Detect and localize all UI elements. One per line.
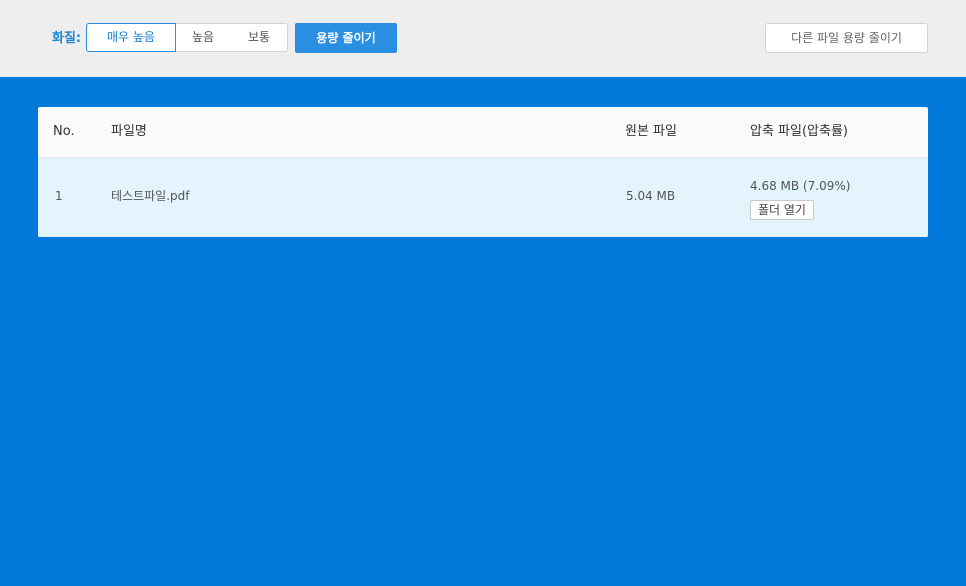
- file-table: No. 파일명 원본 파일 압축 파일(압축률) 1 테스트파일.pdf 5.0…: [38, 107, 928, 237]
- open-folder-button[interactable]: 폴더 열기: [750, 200, 814, 220]
- table-header: No. 파일명 원본 파일 압축 파일(압축률): [38, 107, 928, 158]
- row-original-size: 5.04 MB: [626, 189, 676, 203]
- compress-other-file-button[interactable]: 다른 파일 용량 줄이기: [765, 23, 928, 53]
- quality-label: 화질:: [52, 31, 82, 46]
- header-original: 원본 파일: [625, 124, 677, 139]
- row-no: 1: [55, 189, 63, 203]
- header-filename: 파일명: [111, 124, 147, 139]
- quality-option-very-high[interactable]: 매우 높음: [86, 23, 176, 52]
- compress-button[interactable]: 용량 줄이기: [295, 23, 397, 53]
- row-filename: 테스트파일.pdf: [111, 189, 190, 203]
- header-no: No.: [53, 124, 75, 139]
- header-compressed: 압축 파일(압축률): [750, 124, 848, 139]
- table-row: 1 테스트파일.pdf 5.04 MB 4.68 MB (7.09%) 폴더 열…: [38, 158, 928, 237]
- quality-option-high[interactable]: 높음: [175, 23, 232, 52]
- quality-option-normal[interactable]: 보통: [231, 23, 288, 52]
- row-compressed-size: 4.68 MB (7.09%): [750, 179, 851, 193]
- toolbar: 화질: 매우 높음 높음 보통 용량 줄이기 다른 파일 용량 줄이기: [0, 0, 966, 77]
